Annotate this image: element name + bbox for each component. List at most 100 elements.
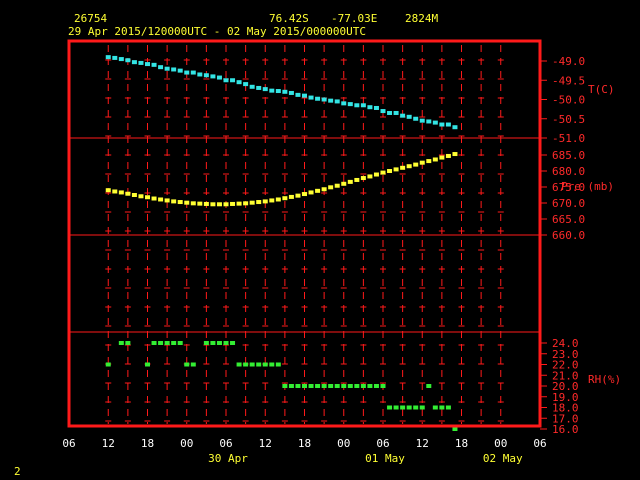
data-point: [413, 405, 419, 410]
y-axis-ticks: -49.0-49.5-50.0-50.5-51.0685.0680.0675.0…: [540, 55, 585, 436]
data-point: [328, 185, 334, 190]
data-point: [419, 160, 425, 165]
y-tick-label: -49.5: [552, 74, 585, 87]
data-point: [230, 201, 236, 206]
y-tick-label: 665.0: [552, 213, 585, 226]
data-point: [400, 405, 406, 410]
data-point: [321, 187, 327, 192]
data-point: [380, 384, 386, 388]
data-point: [282, 89, 288, 94]
x-tick-label: 18: [298, 437, 311, 450]
data-point: [360, 103, 366, 108]
station-lon: -77.03E: [331, 12, 377, 25]
data-point: [295, 92, 301, 97]
data-point: [236, 201, 242, 206]
data-point: [302, 192, 307, 197]
data-point: [328, 384, 334, 388]
data-point: [262, 87, 268, 92]
data-point: [223, 202, 229, 207]
data-point: [210, 341, 216, 345]
data-point: [321, 384, 327, 388]
data-point: [131, 60, 137, 65]
data-point: [373, 384, 379, 388]
data-point: [315, 96, 321, 101]
data-point: [445, 153, 451, 158]
data-point: [269, 362, 275, 367]
data-point: [400, 165, 406, 170]
data-point: [432, 120, 438, 125]
data-point: [223, 341, 229, 345]
data-point: [315, 188, 321, 193]
data-point: [223, 78, 229, 83]
data-point: [138, 60, 144, 65]
data-point: [112, 55, 118, 60]
data-point: [112, 189, 118, 194]
data-point: [164, 66, 170, 71]
x-date-label: 30 Apr: [208, 452, 248, 465]
data-point: [230, 341, 236, 345]
data-point: [308, 384, 314, 388]
data-point: [367, 105, 373, 110]
data-point: [145, 195, 150, 200]
y-tick-label: -49.0: [552, 55, 585, 68]
x-date-label: 02 May: [483, 452, 523, 465]
data-point: [131, 193, 137, 197]
data-point: [256, 200, 262, 205]
data-point: [347, 384, 353, 388]
x-tick-label: 06: [219, 437, 232, 450]
data-point: [256, 85, 262, 90]
data-point: [373, 172, 379, 177]
data-point: [452, 427, 458, 431]
meteogram-figure: 26754 76.42S -77.03E 2824M 29 Apr 2015/1…: [0, 0, 640, 480]
data-point: [203, 73, 209, 78]
data-point: [334, 183, 340, 188]
data-point: [177, 200, 183, 205]
data-point: [243, 362, 249, 367]
station-lat: 76.42S: [269, 12, 309, 25]
x-date-label: 01 May: [365, 452, 405, 465]
data-point: [184, 200, 190, 205]
data-point: [354, 177, 360, 182]
data-point: [249, 200, 255, 205]
x-tick-label: 18: [141, 437, 154, 450]
data-point: [118, 190, 124, 195]
data-point: [262, 362, 268, 367]
data-point: [282, 384, 288, 388]
data-point: [295, 384, 301, 388]
data-point: [164, 198, 170, 203]
data-point: [360, 176, 366, 181]
y-tick-label: 680.0: [552, 165, 585, 178]
data-point: [452, 152, 458, 157]
data-point: [387, 169, 393, 173]
x-axis-ticks: 06 12 18 00 06 12 18 00 06 12 18 00 06 30 Apr 01 May 02…: [62, 437, 546, 465]
data-point: [138, 194, 144, 199]
data-point: [275, 89, 281, 94]
data-point: [216, 341, 222, 345]
x-tick-label: 12: [259, 437, 272, 450]
data-point: [373, 105, 379, 110]
data-point: [380, 109, 386, 114]
grid-layer: [69, 45, 540, 424]
data-point: [210, 74, 216, 79]
data-point: [341, 181, 347, 186]
y-tick-label: -50.5: [552, 113, 585, 126]
data-point: [347, 179, 353, 184]
y-tick-label: -51.0: [552, 132, 585, 145]
data-point: [171, 67, 177, 72]
data-point: [341, 384, 347, 388]
data-point: [151, 341, 157, 345]
y-tick-label: -50.0: [552, 94, 585, 107]
data-point: [203, 201, 209, 206]
station-id: 26754: [74, 12, 107, 25]
data-point: [236, 80, 242, 85]
data-point: [184, 362, 190, 367]
data-point: [387, 110, 393, 115]
data-point: [308, 95, 314, 100]
data-point: [190, 70, 196, 75]
series-layer: [105, 55, 458, 431]
data-point: [262, 199, 268, 204]
data-point: [452, 125, 458, 130]
data-point: [125, 341, 131, 345]
data-point: [347, 102, 353, 107]
data-point: [105, 362, 111, 367]
